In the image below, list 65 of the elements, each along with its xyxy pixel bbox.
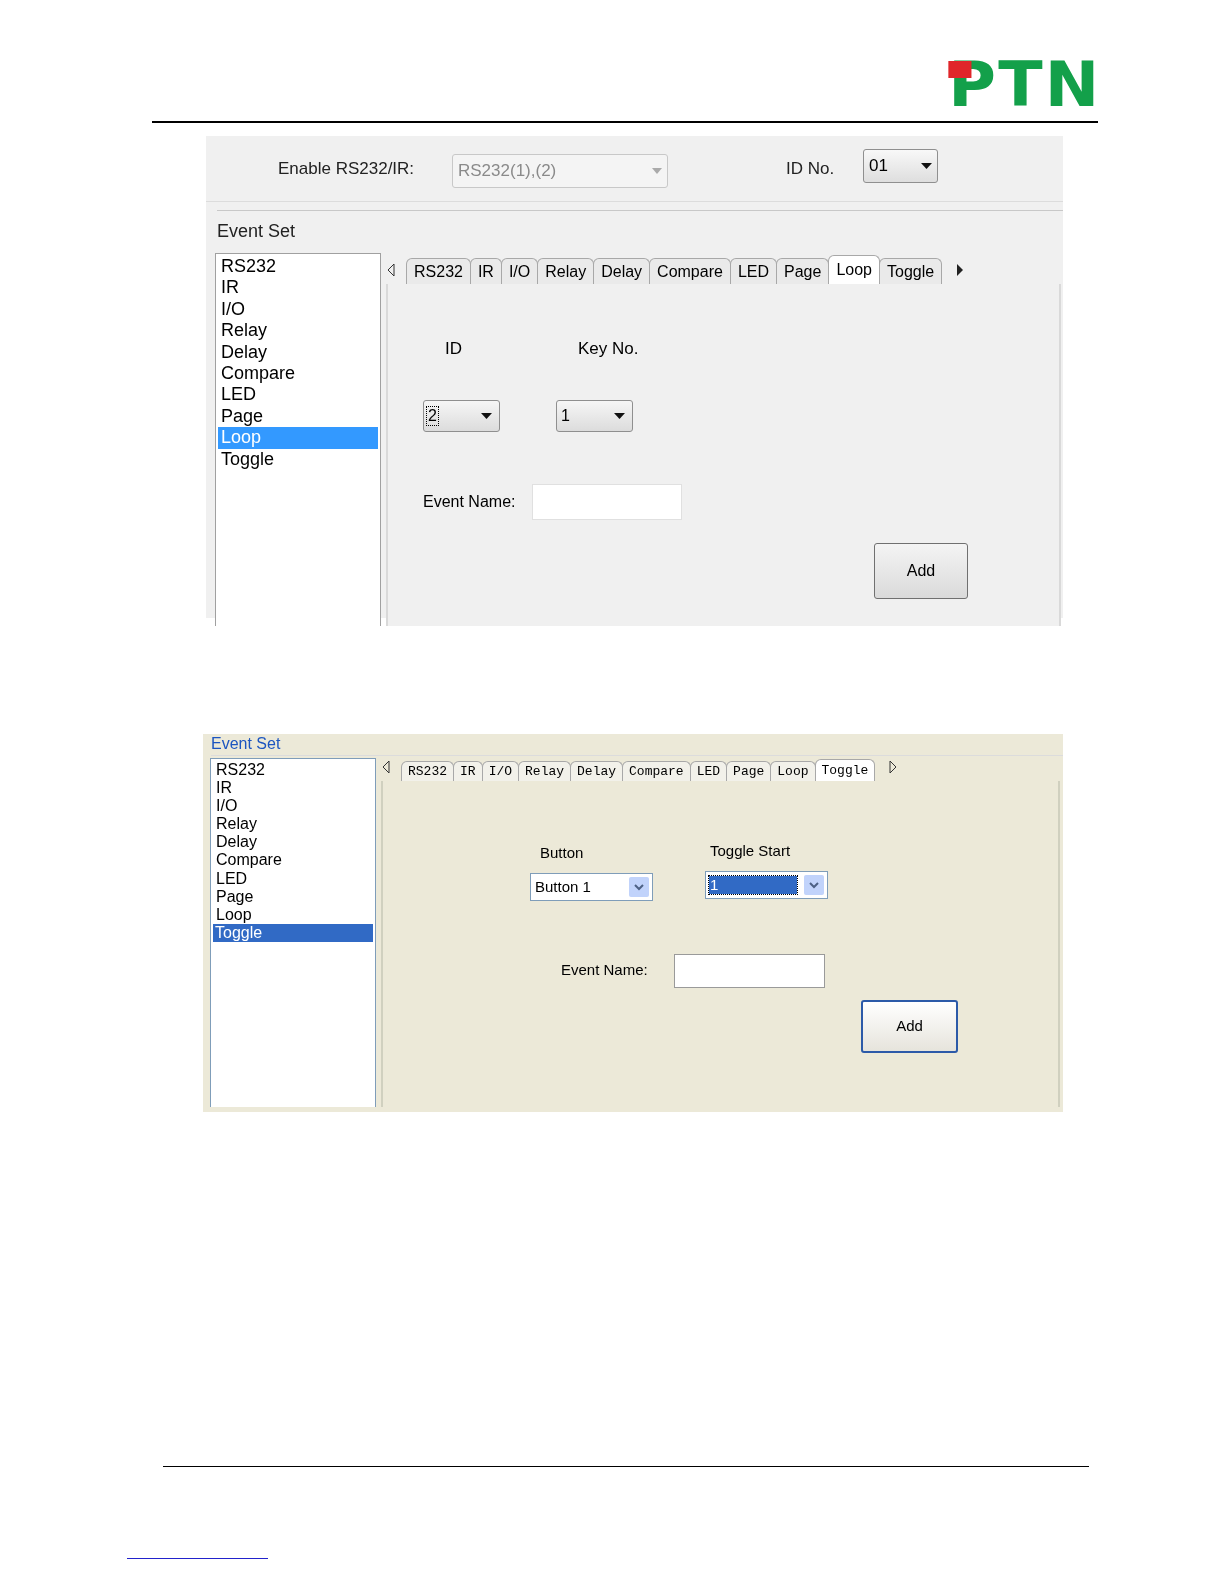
scroll-right-icon — [956, 264, 965, 276]
caret-icon — [652, 167, 662, 174]
list-item[interactable]: Loop — [213, 905, 373, 924]
tab[interactable]: Relay — [518, 761, 572, 781]
tab[interactable]: Compare — [622, 761, 691, 781]
tab[interactable]: Toggle — [879, 258, 943, 284]
tab[interactable]: LED — [689, 761, 728, 781]
list-item[interactable]: Page — [213, 887, 373, 906]
tab[interactable]: Compare — [649, 258, 731, 284]
add-button[interactable]: Add — [874, 543, 968, 599]
tab[interactable]: Page — [776, 258, 830, 284]
list-item[interactable]: RS232 — [218, 256, 378, 278]
list-item[interactable]: Toggle — [218, 448, 378, 471]
list-item[interactable]: Toggle — [213, 923, 373, 942]
scroll-left-icon — [387, 264, 395, 276]
field-label: Event Name: — [561, 960, 648, 981]
list-item[interactable]: I/O — [213, 797, 373, 816]
tab[interactable]: RS232 — [401, 761, 454, 781]
list-item[interactable]: LED — [213, 869, 373, 888]
dropdown[interactable]: 2 — [423, 399, 500, 432]
field-label: ID No. — [786, 157, 836, 180]
field-label: Key No. — [578, 338, 639, 360]
tab[interactable]: IR — [453, 761, 483, 781]
list-item[interactable]: IR — [213, 779, 373, 798]
dropdown[interactable]: 1 — [556, 399, 633, 432]
dropdown[interactable]: 01 — [863, 148, 938, 183]
list-item[interactable]: RS232 — [213, 761, 373, 780]
tab[interactable]: Delay — [593, 258, 651, 284]
tab[interactable]: Loop — [770, 761, 816, 781]
list-item[interactable]: IR — [218, 277, 378, 299]
tab[interactable]: Toggle — [814, 759, 876, 781]
tab[interactable]: Relay — [537, 258, 595, 284]
group-title: Event Set — [217, 221, 296, 241]
add-button[interactable]: Add — [861, 1000, 958, 1053]
list-item[interactable]: Compare — [218, 363, 378, 385]
scroll-left-icon — [382, 761, 390, 773]
tab[interactable]: IR — [469, 258, 502, 284]
tab[interactable]: Page — [726, 761, 772, 781]
list-item[interactable]: I/O — [218, 298, 378, 321]
caret-icon — [921, 162, 932, 169]
list-item[interactable]: Compare — [213, 851, 373, 870]
input-field[interactable] — [673, 953, 825, 988]
dropdown[interactable]: Button 1 — [530, 872, 653, 901]
caret-icon — [614, 412, 625, 419]
list-item[interactable]: Page — [218, 405, 378, 428]
tab[interactable]: LED — [729, 258, 777, 284]
tab[interactable]: Loop — [828, 255, 880, 284]
field-label: Event Name: — [423, 491, 516, 512]
field-label: ID — [445, 338, 462, 360]
tab[interactable]: I/O — [500, 258, 539, 284]
tab[interactable]: Delay — [570, 761, 624, 781]
list-item[interactable]: Delay — [213, 833, 373, 852]
caret-icon — [481, 412, 492, 419]
list-item[interactable]: Delay — [218, 341, 378, 364]
list-item[interactable]: Relay — [218, 320, 378, 342]
tab[interactable]: RS232 — [406, 258, 471, 284]
scroll-right-icon — [889, 761, 898, 773]
field-label: Toggle Start — [710, 841, 791, 861]
list-item[interactable]: Relay — [213, 815, 373, 834]
field-label: Enable RS232/IR: — [278, 157, 416, 180]
list-item[interactable]: LED — [218, 384, 378, 406]
dropdown[interactable]: 1 — [705, 870, 828, 899]
group-title: Event Set — [211, 735, 281, 752]
tab[interactable]: I/O — [481, 761, 520, 781]
field-label: Button — [540, 843, 584, 863]
